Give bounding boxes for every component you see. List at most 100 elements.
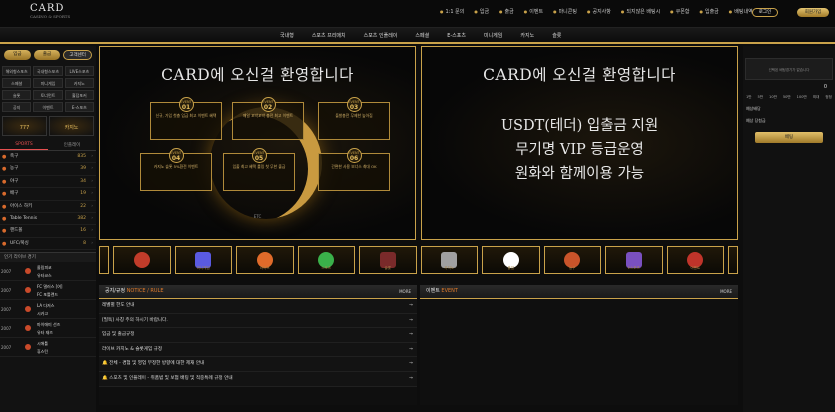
tab-inplay[interactable]: 인플레이 <box>48 140 96 150</box>
game-shortcut-prev[interactable] <box>99 246 109 274</box>
promo-slot-banner[interactable]: 777 <box>2 116 47 136</box>
top-link-unsettled[interactable]: 되지않은 배팅시 <box>621 8 660 15</box>
game-shortcut[interactable]: 홀덤 <box>482 246 540 274</box>
top-link-deposit[interactable]: 입금 <box>474 8 489 15</box>
bet-amount[interactable]: 0 <box>824 84 827 90</box>
nav-item-esports[interactable]: E-스포츠 <box>447 32 466 39</box>
sport-item-tabletennis[interactable]: Table Tennis382 <box>0 213 96 226</box>
game-shortcut[interactable]: 라이브 <box>236 246 294 274</box>
notice-more-link[interactable]: MORE <box>399 285 411 298</box>
notice-item[interactable]: 🔔 전체 - 경험 및 영업 부정한 방향에 대한 제재 안내 <box>99 357 417 372</box>
top-link-history[interactable]: 입출금 <box>699 8 719 15</box>
category-item[interactable]: 카지노 <box>64 78 94 88</box>
sport-item-soccer[interactable]: 축구835 <box>0 151 96 164</box>
bet-slip-empty: 선택된 배팅경기가 없습니다 <box>745 58 833 80</box>
login-button[interactable]: 로그인 <box>752 8 778 17</box>
game-shortcut[interactable]: 농구 <box>543 246 601 274</box>
top-link-bets[interactable]: 배팅내역 <box>729 8 752 15</box>
game-shortcut[interactable] <box>113 246 171 274</box>
match-row[interactable]: 2007 LA 다저스 시카고 <box>0 300 96 320</box>
notice-item[interactable]: 레벨별 한도 안내 <box>99 299 417 314</box>
top-link-notice[interactable]: 공지사항 <box>587 8 610 15</box>
nav-item-minigame[interactable]: 미니게임 <box>484 32 502 39</box>
withdraw-button[interactable]: 출금 <box>33 50 61 60</box>
category-item[interactable]: E-스포츠 <box>64 102 94 112</box>
quick-bet-button[interactable]: 1만 <box>746 95 752 100</box>
quick-bet-button[interactable]: 최대 <box>813 95 820 100</box>
notice-item[interactable]: 🔔 스포츠 및 인플레이 - 취품범 및 보험 배팅 및 적중특례 규정 안내 <box>99 371 417 387</box>
top-link-inquiry[interactable]: 1:1 문의 <box>440 8 465 15</box>
basketball-icon <box>25 325 31 332</box>
sport-item-baseball[interactable]: 야구34 <box>0 176 96 189</box>
nav-item-domestic[interactable]: 국내형 <box>280 32 294 39</box>
game-shortcut[interactable]: E스포츠 <box>605 246 663 274</box>
top-link-point[interactable]: 마니콘팅 <box>553 8 577 15</box>
match-row[interactable]: 2007 FC 댈러스 [여] FC 포틀랜드 <box>0 281 96 301</box>
category-item[interactable]: 토너먼트 <box>33 90 63 100</box>
join-button[interactable]: 회원가입 <box>797 8 829 17</box>
game-shortcut-next[interactable] <box>728 246 738 274</box>
welcome-banner-events[interactable]: CARD에 오신걸 환영합니다 EVENT 01 신규, 가입 첫충 입금 최고 … <box>99 46 416 240</box>
sport-item-handball[interactable]: 핸드볼16 <box>0 225 96 238</box>
place-bet-button[interactable]: 배팅 <box>755 132 823 143</box>
game-shortcut[interactable]: 카지노 <box>420 246 478 274</box>
event-box-06[interactable]: EVENT 06 간편한 사용 보너스 최대 OK <box>318 148 390 191</box>
category-item[interactable]: 슬롯 <box>2 90 32 100</box>
sport-item-icehockey[interactable]: 아이스 하키22 <box>0 201 96 213</box>
category-item[interactable]: LIVE스포츠 <box>64 66 94 76</box>
sport-item-volleyball[interactable]: 배구19 <box>0 188 96 201</box>
nav-item-special[interactable]: 스페셜 <box>415 32 429 39</box>
sport-item-basketball[interactable]: 농구39 <box>0 163 96 176</box>
quick-bet-button[interactable]: 5만 <box>758 95 764 100</box>
notice-item[interactable]: [필독] 사칭 주의 하시기 바랍니다. <box>99 313 417 329</box>
game-shortcut[interactable]: 슬롯 <box>359 246 417 274</box>
quick-bet-button[interactable]: 50만 <box>783 95 791 100</box>
banner-line-krw: 원화와 함께이용 가능 <box>514 166 645 182</box>
notice-item[interactable]: 라이브 카지노 & 슬롯게임 규정 <box>99 342 417 358</box>
event-panel-header: 이벤트 EVENT MORE <box>420 285 738 299</box>
tab-sports[interactable]: SPORTS <box>0 140 48 150</box>
nav-item-casino[interactable]: 카지노 <box>520 32 534 39</box>
event-box-04[interactable]: EVENT 04 카지노 슬롯 5%환전 이벤트 <box>140 148 212 191</box>
match-row[interactable]: 2007 마이애미 선즈 유타 재즈 <box>0 319 96 339</box>
notice-item[interactable]: 입금 및 출금규정 <box>99 328 417 343</box>
sport-item-ufc[interactable]: UFC/복싱8 <box>0 238 96 251</box>
logo-text: CARD <box>30 3 65 14</box>
event-box-01[interactable]: EVENT 01 신규, 가입 첫충 입금 최고 이벤트 혜택 <box>150 97 222 140</box>
category-item[interactable]: 국내형스포츠 <box>33 66 63 76</box>
notice-panel: 공지/규정 NOTICE / RULE MORE 레벨별 한도 안내 [필독] … <box>99 285 417 405</box>
event-box-03[interactable]: EVENT 03 돌발충전 무제한 높아짐 <box>318 97 390 140</box>
nav-item-slot[interactable]: 슬롯 <box>552 32 561 39</box>
match-row[interactable]: 2007 시애틀 휴스턴 <box>0 338 96 358</box>
top-link-withdraw[interactable]: 출금 <box>499 8 514 15</box>
quick-bet-button[interactable]: 100만 <box>797 95 807 100</box>
promo-casino-banner[interactable]: 카지노 <box>49 116 94 136</box>
quick-bet-button[interactable]: 10만 <box>769 95 777 100</box>
category-item[interactable]: 홀덤포커 <box>64 90 94 100</box>
top-link-coupon[interactable]: 쿠폰함 <box>670 8 690 15</box>
category-item[interactable]: 스페셜 <box>2 78 32 88</box>
deposit-button[interactable]: 입금 <box>4 50 31 60</box>
event-box-02[interactable]: EVENT 02 매일 꼬박꼬박 충전 최고 이벤트 <box>232 97 304 140</box>
top-link-event[interactable]: 이벤트 <box>524 8 543 15</box>
game-shortcut[interactable]: 이벤트 <box>666 246 724 274</box>
logo-tagline: CASINO & SPORTS <box>30 14 71 19</box>
nav-item-inplay[interactable]: 스포츠 인플레이 <box>364 32 398 39</box>
category-item[interactable]: 미니게임 <box>33 78 63 88</box>
category-item[interactable]: 공지 <box>2 102 32 112</box>
banner-footer: ETC <box>253 214 262 219</box>
nav-item-prematch[interactable]: 스포츠 프리매치 <box>312 32 346 39</box>
expected-odds-label: 예상배당 <box>746 106 761 111</box>
welcome-banner-usdt[interactable]: CARD에 오신걸 환영합니다 USDT(테더) 입출금 지원 무기명 VIP … <box>421 46 738 240</box>
top-links: 1:1 문의 입금 출금 이벤트 마니콘팅 공지사항 되지않은 배팅시 쿠폰함 … <box>440 8 753 15</box>
quick-bet-button[interactable]: 정정 <box>825 95 832 100</box>
category-item[interactable]: 이벤트 <box>33 102 63 112</box>
event-more-link[interactable]: MORE <box>720 285 732 298</box>
event-box-05[interactable]: EVENT 05 입출 최고 혜택 롤링 첫 무한 출금 <box>223 148 295 191</box>
logo[interactable]: CARD CASINO & SPORTS <box>30 3 70 19</box>
game-shortcut[interactable]: 스포츠 <box>297 246 355 274</box>
category-item[interactable]: 해외형스포츠 <box>2 66 32 76</box>
support-button[interactable]: 고객센터 <box>63 50 93 60</box>
game-shortcut[interactable]: 미니게임 <box>174 246 232 274</box>
match-row[interactable]: 2007 올림피코 유타코스 <box>0 262 96 282</box>
